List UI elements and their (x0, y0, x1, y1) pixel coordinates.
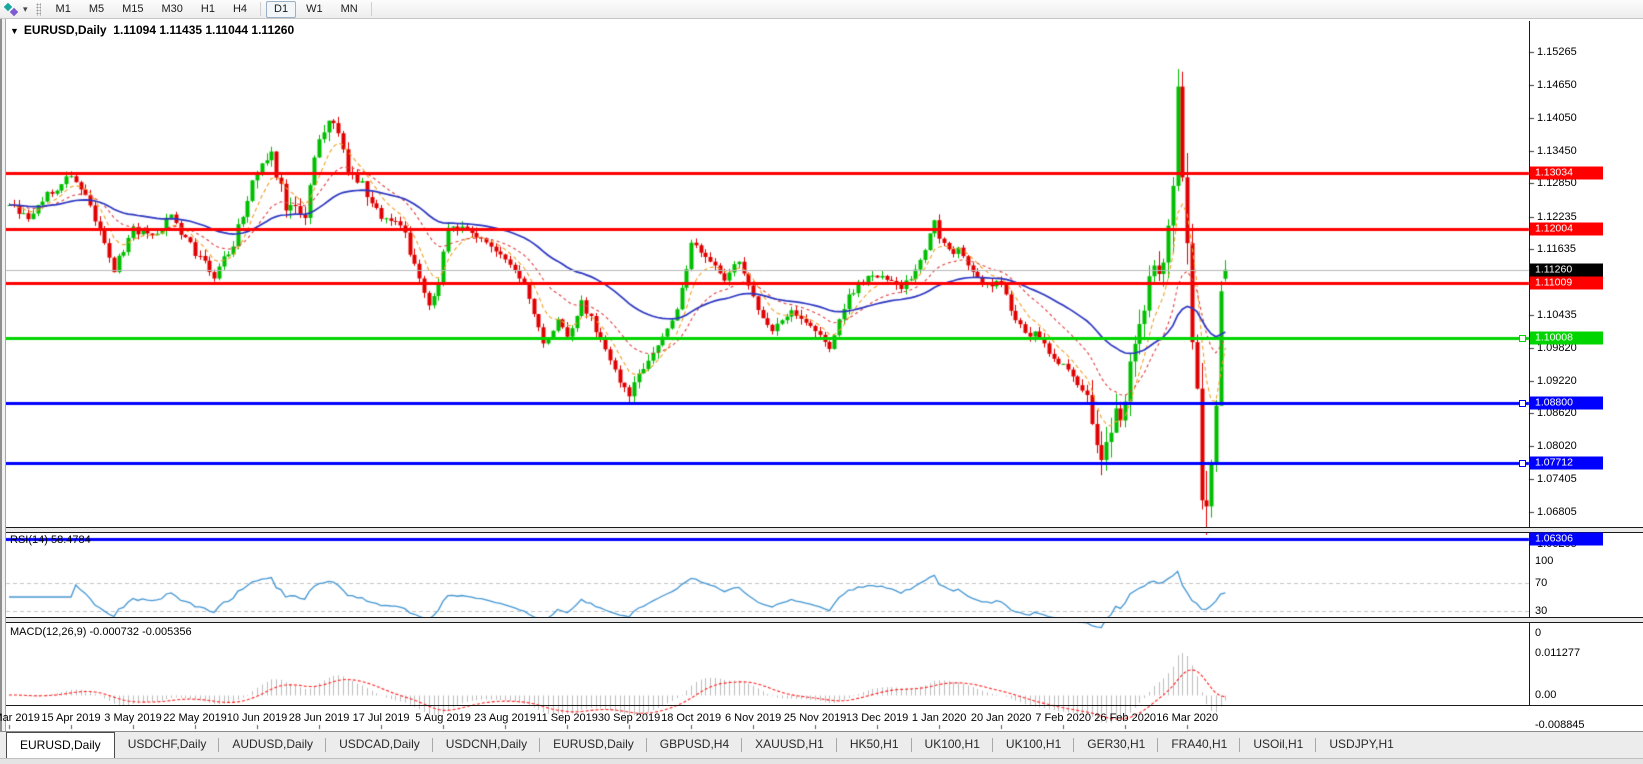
price-tick-label: 1.07405 (1537, 473, 1577, 486)
chart-tab-gbpusd-h4[interactable]: GBPUSD,H4 (647, 732, 743, 758)
price-chart-canvas[interactable] (0, 38, 1643, 750)
toolbar-grip[interactable] (35, 2, 41, 16)
rsi-label: RSI(14) (10, 534, 48, 546)
toolbar-divider (370, 2, 372, 16)
price-tick-label: 1.09220 (1537, 374, 1577, 387)
chart-tab-hk50-h1[interactable]: HK50,H1 (837, 732, 912, 758)
timeframes-toolbar: ▾ M1 M5 M15 M30 H1 H4 D1 W1 MN (0, 0, 1643, 19)
chart-tab-uk100-h1[interactable]: UK100,H1 (912, 732, 994, 758)
price-line-badge: 1.11260 (1530, 263, 1603, 277)
chart-tab-fra40-h1[interactable]: FRA40,H1 (1158, 732, 1241, 758)
chart-tab-usdcnh-daily[interactable]: USDCNH,Daily (433, 732, 541, 758)
macd-value-2: -0.005356 (142, 626, 192, 638)
macd-tick-label: -0.008845 (1535, 719, 1585, 731)
line-handle-icon[interactable] (1519, 334, 1526, 342)
timeframe-button-W1[interactable]: W1 (298, 1, 331, 18)
price-line-badge: 1.12004 (1530, 222, 1603, 236)
rsi-panel-splitter[interactable] (0, 527, 1643, 533)
price-tick-label: 1.11635 (1537, 243, 1576, 256)
price-tick-label: 1.06805 (1537, 505, 1577, 518)
chart-tab-usdchf-daily[interactable]: USDCHF,Daily (115, 732, 220, 758)
chart-tab-ger30-h1[interactable]: GER30,H1 (1074, 732, 1159, 758)
toolbar-caret-icon[interactable]: ▾ (23, 4, 28, 15)
chart-symbol-period: EURUSD,Daily (23, 23, 107, 37)
chart-tab-usdjpy-h1[interactable]: USDJPY,H1 (1316, 732, 1406, 758)
rsi-value: 58.4784 (50, 534, 91, 546)
price-tick-label: 1.14050 (1537, 112, 1577, 125)
price-line-badge: 1.08800 (1530, 396, 1603, 410)
rsi-tick-label: 70 (1535, 576, 1548, 589)
rsi-panel-label: RSI(14) 58.4784 (10, 534, 91, 546)
line-handle-icon[interactable] (1519, 459, 1526, 467)
price-axis-separator (1529, 21, 1530, 706)
price-tick-label: 1.10435 (1537, 308, 1577, 321)
price-line-badge: 1.11009 (1530, 276, 1603, 290)
chart-periods-icon[interactable] (3, 2, 19, 17)
chart-tab-usoil-h1[interactable]: USOil,H1 (1240, 732, 1317, 758)
chart-tab-eurusd-daily[interactable]: EURUSD,Daily (6, 732, 115, 758)
macd-value-1: -0.000732 (89, 626, 140, 638)
window-left-edge (0, 19, 6, 758)
timeframe-button-H4[interactable]: H4 (225, 1, 255, 18)
macd-panel-bottom-border (0, 705, 1643, 706)
chart-tab-usdcad-daily[interactable]: USDCAD,Daily (326, 732, 433, 758)
price-tick-label: 1.15265 (1537, 46, 1577, 58)
price-tick-label: 1.08020 (1537, 439, 1577, 452)
macd-tick-label: 0.00 (1535, 689, 1557, 701)
price-line-badge: 1.13034 (1530, 166, 1603, 180)
timeframe-button-M30[interactable]: M30 (154, 1, 191, 18)
price-tick-label: 1.12235 (1537, 210, 1577, 223)
rsi-tick-label: 30 (1535, 605, 1548, 618)
app: { "toolbar": { "caret_glyph": "▾", "time… (0, 0, 1643, 764)
timeframe-button-MN[interactable]: MN (333, 1, 366, 18)
chart-tab-eurusd-daily[interactable]: EURUSD,Daily (540, 732, 647, 758)
macd-tick-label: 0.011277 (1535, 647, 1581, 659)
rsi-tick-label: 100 (1535, 555, 1554, 567)
window-bottom-edge (0, 758, 1643, 764)
timeframe-button-M15[interactable]: M15 (114, 1, 151, 18)
chart-tab-uk100-h1[interactable]: UK100,H1 (993, 732, 1075, 758)
macd-panel-splitter[interactable] (0, 617, 1643, 623)
chart-tab-audusd-daily[interactable]: AUDUSD,Daily (219, 732, 326, 758)
timeframe-button-M1[interactable]: M1 (48, 1, 79, 18)
macd-label: MACD(12,26,9) (10, 626, 87, 638)
price-line-badge: 1.07712 (1530, 456, 1603, 470)
chart-tab-xauusd-h1[interactable]: XAUUSD,H1 (742, 732, 837, 758)
rsi-tick-label: 0 (1535, 627, 1542, 639)
chart-window (0, 19, 1643, 750)
price-tick-label: 1.13450 (1537, 144, 1577, 157)
macd-panel-label: MACD(12,26,9) -0.000732 -0.005356 (10, 626, 192, 638)
price-line-badge: 1.10008 (1530, 331, 1603, 345)
timeframe-button-M5[interactable]: M5 (81, 1, 112, 18)
timeframe-buttons: M1 M5 M15 M30 H1 H4 D1 W1 MN (47, 0, 376, 18)
toolbar-divider (260, 2, 262, 16)
chart-title: ▼ EURUSD,Daily 1.11094 1.11435 1.11044 1.… (10, 23, 294, 37)
chart-ohlc: 1.11094 1.11435 1.11044 1.11260 (113, 23, 295, 37)
date-axis-label: 16 Mar 2020 (1156, 712, 1219, 724)
chart-title-caret-icon[interactable]: ▼ (10, 26, 19, 36)
price-tick-label: 1.14650 (1537, 79, 1577, 92)
timeframe-button-D1[interactable]: D1 (266, 0, 297, 18)
line-handle-icon[interactable] (1519, 400, 1526, 408)
chart-tab-bar: EURUSD,Daily USDCHF,Daily AUDUSD,Daily USDC… (0, 731, 1643, 758)
timeframe-button-H1[interactable]: H1 (193, 1, 223, 18)
price-line-badge: 1.06306 (1530, 532, 1603, 546)
